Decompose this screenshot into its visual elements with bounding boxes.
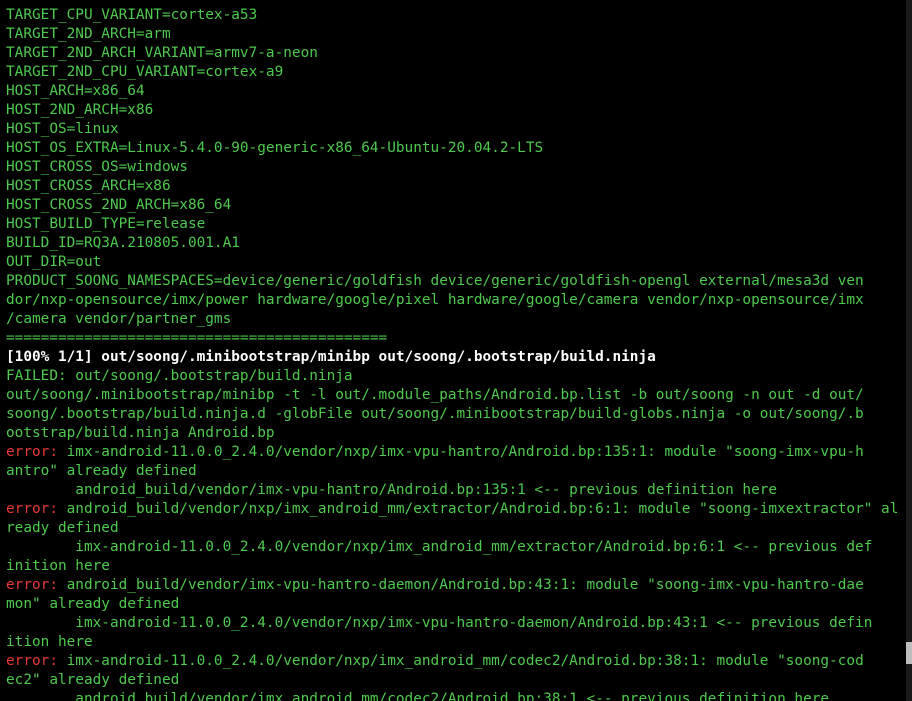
error-continuation: ready defined xyxy=(6,520,119,536)
terminal-window[interactable]: TARGET_CPU_VARIANT=cortex-a53 TARGET_2ND… xyxy=(0,0,912,701)
output-line: /camera vendor/partner_gms xyxy=(6,311,232,327)
output-line: HOST_CROSS_ARCH=x86 xyxy=(6,178,171,194)
failed-line: FAILED: out/soong/.bootstrap/build.ninja xyxy=(6,368,353,384)
separator-line: ========================================… xyxy=(6,330,388,346)
error-line: error: imx-android-11.0.0_2.4.0/vendor/n… xyxy=(6,652,902,671)
output-line: TARGET_CPU_VARIANT=cortex-a53 xyxy=(6,7,258,23)
command-line: ootstrap/build.ninja Android.bp xyxy=(6,425,275,441)
output-line: TARGET_2ND_ARCH=arm xyxy=(6,26,171,42)
output-line: HOST_CROSS_2ND_ARCH=x86_64 xyxy=(6,197,232,213)
output-line: TARGET_2ND_CPU_VARIANT=cortex-a9 xyxy=(6,64,284,80)
error-message: android_build/vendor/imx-vpu-hantro-daem… xyxy=(57,577,864,593)
output-line: HOST_BUILD_TYPE=release xyxy=(6,216,206,232)
previous-definition-continuation: ition here xyxy=(6,634,93,650)
command-line: soong/.bootstrap/build.ninja.d -globFile… xyxy=(6,406,864,422)
previous-definition-continuation: inition here xyxy=(6,558,110,574)
output-line: dor/nxp-opensource/imx/power hardware/go… xyxy=(6,292,864,308)
error-message: android_build/vendor/nxp/imx_android_mm/… xyxy=(57,501,899,517)
error-continuation: ec2" already defined xyxy=(6,672,180,688)
error-label: error: xyxy=(6,577,58,593)
error-line: error: android_build/vendor/nxp/imx_andr… xyxy=(6,500,902,519)
output-line: HOST_CROSS_OS=windows xyxy=(6,159,188,175)
error-line: error: imx-android-11.0.0_2.4.0/vendor/n… xyxy=(6,443,902,462)
error-label: error: xyxy=(6,653,58,669)
error-label: error: xyxy=(6,444,58,460)
output-line: PRODUCT_SOONG_NAMESPACES=device/generic/… xyxy=(6,273,864,289)
command-line: out/soong/.minibootstrap/minibp -t -l ou… xyxy=(6,387,864,403)
error-line: error: android_build/vendor/imx-vpu-hant… xyxy=(6,576,902,595)
output-line: HOST_OS=linux xyxy=(6,121,119,137)
error-continuation: antro" already defined xyxy=(6,463,197,479)
output-line: TARGET_2ND_ARCH_VARIANT=armv7-a-neon xyxy=(6,45,318,61)
previous-definition-line: imx-android-11.0.0_2.4.0/vendor/nxp/imx-… xyxy=(6,615,873,631)
previous-definition-line: android_build/vendor/imx-vpu-hantro/Andr… xyxy=(6,482,778,498)
output-line: BUILD_ID=RQ3A.210805.001.A1 xyxy=(6,235,240,251)
output-line: HOST_2ND_ARCH=x86 xyxy=(6,102,154,118)
error-label: error: xyxy=(6,501,58,517)
vertical-scrollbar[interactable] xyxy=(906,0,912,701)
terminal-output: TARGET_CPU_VARIANT=cortex-a53 TARGET_2ND… xyxy=(6,6,902,701)
error-message: imx-android-11.0.0_2.4.0/vendor/nxp/imx-… xyxy=(57,444,864,460)
output-line: HOST_OS_EXTRA=Linux-5.4.0-90-generic-x86… xyxy=(6,140,544,156)
error-message: imx-android-11.0.0_2.4.0/vendor/nxp/imx_… xyxy=(57,653,864,669)
previous-definition-line: imx-android-11.0.0_2.4.0/vendor/nxp/imx_… xyxy=(6,539,873,555)
output-line: OUT_DIR=out xyxy=(6,254,102,270)
error-continuation: mon" already defined xyxy=(6,596,180,612)
scrollbar-thumb[interactable] xyxy=(906,642,912,664)
previous-definition-line: android_build/vendor/imx_android_mm/code… xyxy=(6,691,830,701)
build-progress-line: [100% 1/1] out/soong/.minibootstrap/mini… xyxy=(6,349,656,365)
output-line: HOST_ARCH=x86_64 xyxy=(6,83,145,99)
